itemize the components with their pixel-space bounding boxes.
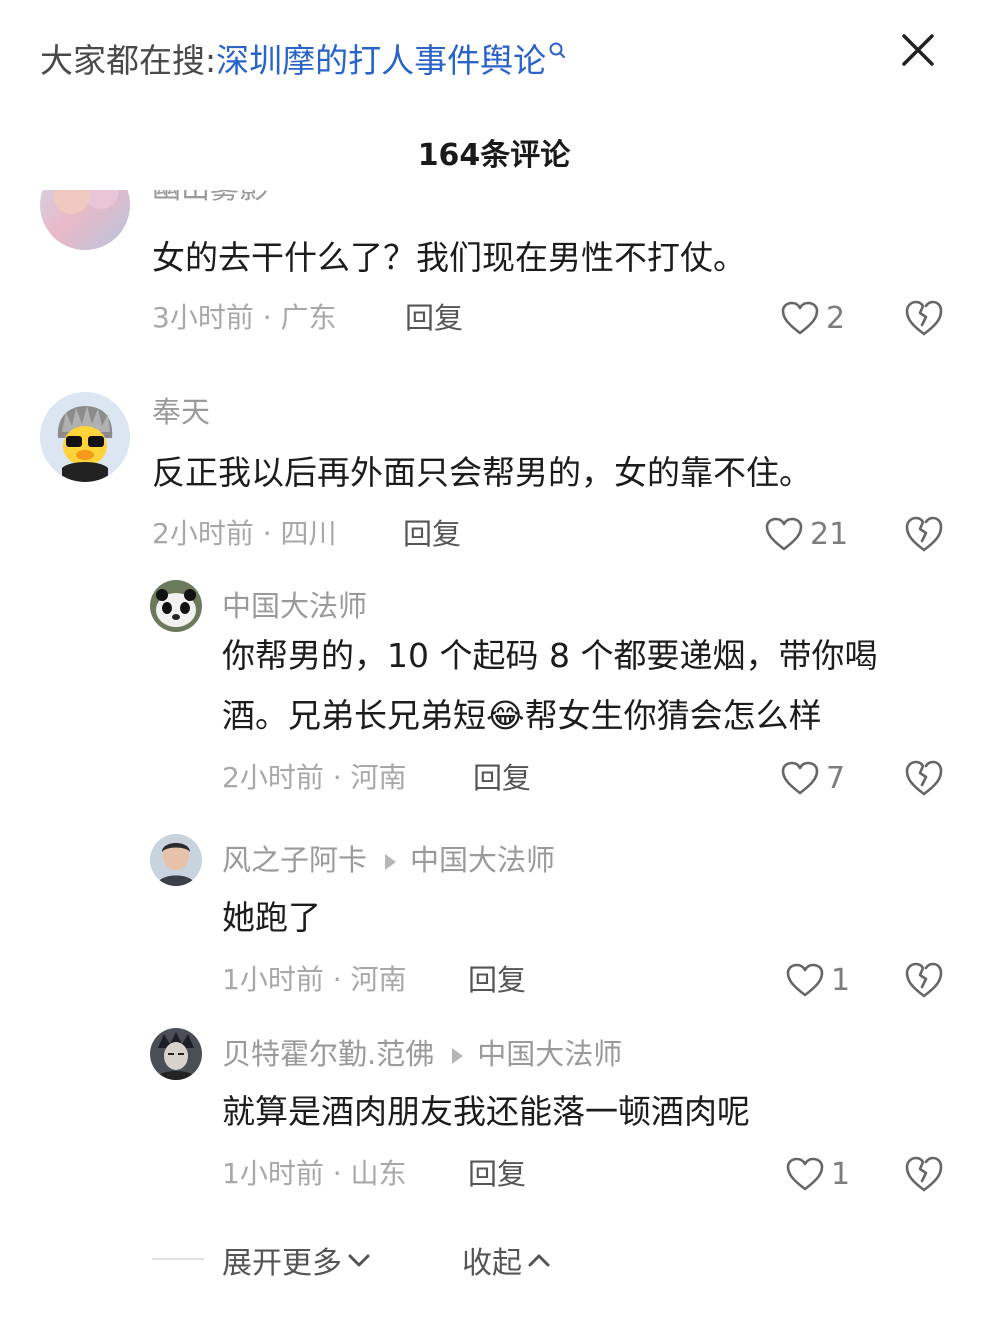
avatar[interactable] [40, 190, 130, 250]
reply-meta: 1小时前 · 山东 [222, 1157, 407, 1190]
comment-username[interactable]: 幽山雾影 [152, 190, 268, 208]
collapse-label: 收起 [462, 1246, 522, 1281]
avatar-image [150, 834, 202, 886]
heart-icon [781, 301, 819, 335]
comment-list: 幽山雾影 女的去干什么了？我们现在男性不打仗。 3小时前 · 广东 回复 2 [0, 190, 988, 1318]
comment-meta: 2小时前 · 四川 [152, 517, 337, 550]
reply-text-part: 帮女生你猜会怎么样 [524, 696, 822, 735]
reply-button[interactable]: 回复 [468, 1154, 526, 1194]
like-button[interactable]: 2 [780, 298, 845, 338]
avatar[interactable] [150, 1028, 202, 1080]
collapse-button[interactable]: 收起 [462, 1238, 552, 1282]
like-count: 1 [831, 962, 851, 998]
reply-button[interactable]: 回复 [403, 514, 461, 554]
reply-button[interactable]: 回复 [405, 298, 463, 338]
reply-username: 贝特霍尔勤.范佛 中国大法师 [222, 1034, 622, 1074]
reply-text-line: 酒。兄弟长兄弟短😂帮女生你猜会怎么样 [222, 686, 877, 746]
broken-heart-icon [905, 1156, 943, 1192]
heart-icon [786, 963, 824, 997]
chevron-up-icon [528, 1254, 550, 1267]
avatar-image [150, 1028, 202, 1080]
reply-text-part: 酒。兄弟长兄弟短 [222, 696, 486, 735]
comment-text: 反正我以后再外面只会帮男的，女的靠不住。 [152, 453, 812, 492]
heart-icon [786, 1157, 824, 1191]
reply-text-line: 你帮男的，10 个起码 8 个都要递烟，带你喝 [222, 636, 878, 675]
like-button[interactable]: 1 [785, 960, 850, 1000]
trending-search-prefix: 大家都在搜: [40, 41, 217, 80]
reply-meta: 2小时前 · 河南 [222, 761, 407, 794]
dislike-button[interactable] [903, 758, 945, 798]
like-count: 2 [826, 300, 846, 336]
avatar-image [150, 580, 202, 632]
trending-search[interactable]: 大家都在搜:深圳摩的打人事件舆论 [40, 38, 566, 84]
like-button[interactable]: 7 [780, 758, 845, 798]
reply-to-user[interactable]: 中国大法师 [410, 843, 555, 877]
emoji: 😂 [486, 696, 525, 735]
comments-panel: 大家都在搜:深圳摩的打人事件舆论 164条评论 幽山雾影 女的去干什么了？我们现… [0, 0, 988, 1318]
dislike-button[interactable] [903, 960, 945, 1000]
reply-to-user[interactable]: 中国大法师 [477, 1037, 622, 1071]
dislike-button[interactable] [903, 1154, 945, 1194]
reply-button[interactable]: 回复 [468, 960, 526, 1000]
reply-author[interactable]: 贝特霍尔勤.范佛 [222, 1037, 434, 1071]
expand-more-button[interactable]: 展开更多 [222, 1238, 372, 1282]
like-count: 21 [810, 516, 849, 552]
like-count: 1 [831, 1156, 851, 1192]
comment-meta: 3小时前 · 广东 [152, 301, 337, 334]
close-icon [902, 34, 934, 66]
reply-text: 你帮男的，10 个起码 8 个都要递烟，带你喝 酒。兄弟长兄弟短😂帮女生你猜会怎… [222, 626, 877, 746]
heart-icon [781, 761, 819, 795]
comment-count: 164条评论 [417, 138, 571, 173]
heart-icon [765, 517, 803, 551]
comment-username[interactable]: 奉天 [152, 392, 210, 432]
dislike-button[interactable] [903, 298, 945, 338]
avatar-image [40, 392, 130, 482]
like-count: 7 [826, 760, 846, 796]
reply-username[interactable]: 中国大法师 [222, 586, 367, 626]
reply-button[interactable]: 回复 [473, 758, 531, 798]
expand-more-label: 展开更多 [222, 1246, 342, 1281]
avatar[interactable] [40, 392, 130, 482]
search-icon [549, 42, 566, 58]
broken-heart-icon [905, 300, 943, 336]
broken-heart-icon [905, 962, 943, 998]
reply-to-arrow-icon [385, 854, 397, 870]
chevron-down-icon [348, 1254, 370, 1267]
trending-search-term[interactable]: 深圳摩的打人事件舆论 [216, 41, 546, 80]
reply-text: 她跑了 [222, 898, 321, 937]
avatar[interactable] [150, 580, 202, 632]
comment-text: 女的去干什么了？我们现在男性不打仗。 [152, 238, 746, 277]
reply-meta: 1小时前 · 河南 [222, 963, 407, 996]
reply-to-arrow-icon [452, 1048, 464, 1064]
broken-heart-icon [905, 516, 943, 552]
avatar[interactable] [150, 834, 202, 886]
replies-footer: 展开更多 收起 [0, 1230, 988, 1290]
reply-author[interactable]: 风之子阿卡 [222, 843, 367, 877]
close-button[interactable] [898, 30, 938, 70]
divider [152, 1258, 204, 1260]
dislike-button[interactable] [903, 514, 945, 554]
reply-username: 风之子阿卡 中国大法师 [222, 840, 555, 880]
like-button[interactable]: 21 [764, 514, 848, 554]
broken-heart-icon [905, 760, 943, 796]
like-button[interactable]: 1 [785, 1154, 850, 1194]
reply-text: 就算是酒肉朋友我还能落一顿酒肉呢 [222, 1092, 750, 1131]
